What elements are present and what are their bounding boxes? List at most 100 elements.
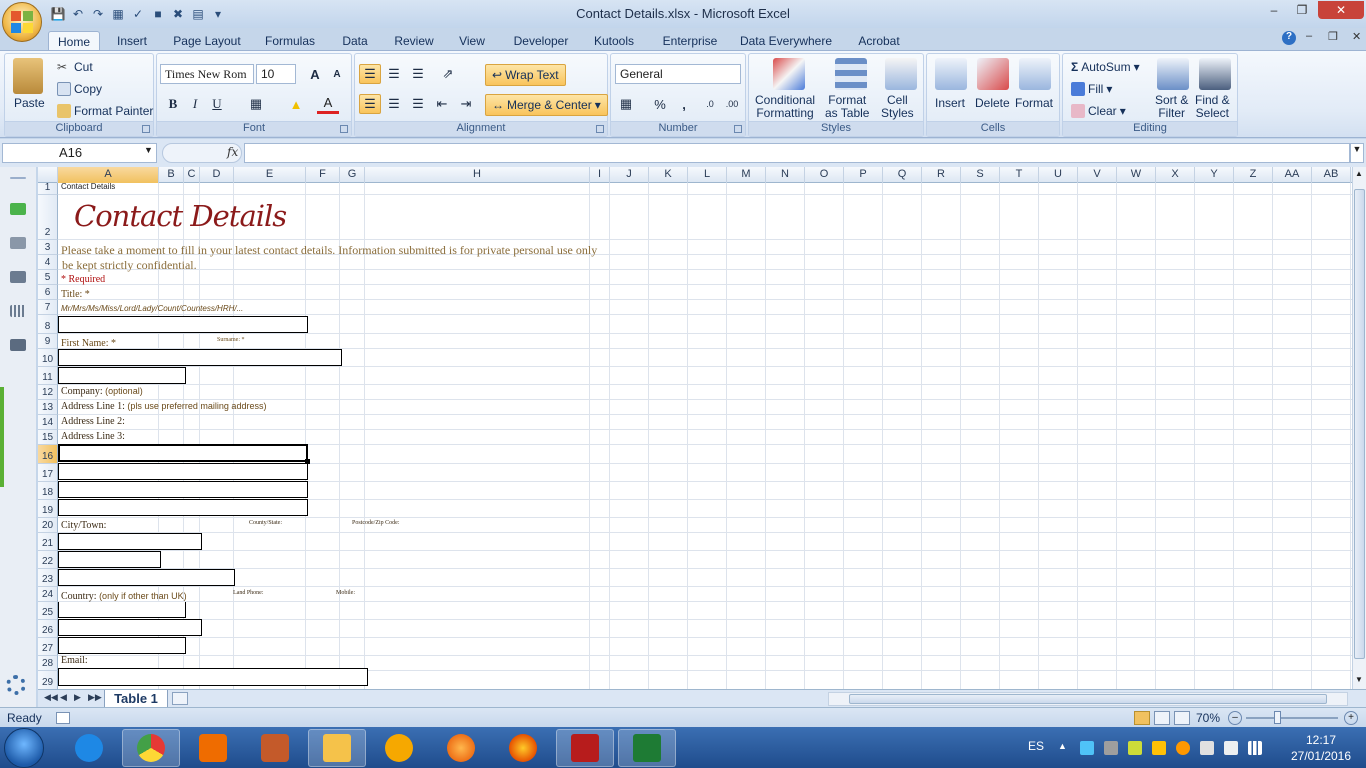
start-button[interactable] [4, 728, 44, 768]
cut-button[interactable]: ✂ Cut [57, 60, 93, 74]
percent-button[interactable]: % [649, 94, 671, 114]
tab-data-everywhere[interactable]: Data Everywhere [738, 31, 834, 51]
row-header-19[interactable]: 19 [38, 500, 58, 518]
font-launcher-icon[interactable] [340, 125, 348, 133]
title-options[interactable]: Mr/Mrs/Ms/Miss/Lord/Lady/Count/Countess/… [61, 304, 243, 313]
column-header-c[interactable]: C [184, 167, 200, 183]
scroll-up-icon[interactable]: ▲ [1355, 169, 1363, 178]
row-header-16[interactable]: 16 [38, 445, 58, 464]
horizontal-scrollbar[interactable] [828, 692, 1348, 706]
font-name-combo[interactable]: Times New Rom [160, 64, 254, 84]
address3-input[interactable] [58, 481, 308, 498]
align-center-icon[interactable]: ☰ [383, 94, 405, 114]
row-header-17[interactable]: 17 [38, 464, 58, 482]
print-preview-icon[interactable]: ▦ [110, 6, 126, 22]
row-header-3[interactable]: 3 [38, 240, 58, 255]
column-header-t[interactable]: T [1000, 167, 1039, 183]
cell-styles-button[interactable]: Cell Styles [881, 94, 914, 120]
font-size-combo[interactable]: 10 [256, 64, 296, 84]
row-header-11[interactable]: 11 [38, 367, 58, 385]
format-as-table-button[interactable]: Format as Table [825, 94, 869, 120]
borders-icon[interactable]: ▦ [245, 94, 267, 114]
gear-icon[interactable] [6, 675, 26, 695]
workbook-icon[interactable] [10, 203, 26, 215]
sheet-tab-table1[interactable]: Table 1 [104, 690, 168, 708]
tab-developer[interactable]: Developer [508, 31, 574, 51]
insert-sheet-icon[interactable] [172, 692, 188, 705]
zoom-slider-thumb[interactable] [1274, 711, 1281, 724]
tab-insert[interactable]: Insert [110, 31, 154, 51]
italic-button[interactable]: I [184, 94, 206, 114]
vertical-scroll-thumb[interactable] [1354, 189, 1365, 659]
cell-a1[interactable]: Contact Details [61, 182, 115, 191]
taskbar-ie[interactable] [60, 729, 118, 767]
clear-format-icon[interactable]: ✖ [170, 6, 186, 22]
customize-qat-icon[interactable]: ▾ [210, 6, 226, 22]
country-label[interactable]: Country: (only if other than UK) [61, 591, 187, 602]
address1-input[interactable] [58, 444, 308, 462]
column-header-u[interactable]: U [1039, 167, 1078, 183]
taskbar-media[interactable] [184, 729, 242, 767]
sheet-title[interactable]: Contact Details [74, 199, 287, 233]
zoom-in-icon[interactable]: + [1344, 711, 1358, 725]
zoom-out-icon[interactable]: – [1228, 711, 1242, 725]
taskbar-explorer[interactable] [308, 729, 366, 767]
taskbar-acrobat[interactable] [556, 729, 614, 767]
city-label[interactable]: City/Town: [61, 520, 106, 531]
bug-tray-icon[interactable] [1128, 741, 1142, 755]
tab-review[interactable]: Review [390, 31, 438, 51]
form-icon[interactable]: ▤ [190, 6, 206, 22]
show-hidden-icons-icon[interactable]: ▲ [1058, 741, 1067, 751]
align-top-icon[interactable]: ☰ [359, 64, 381, 84]
align-right-icon[interactable]: ☰ [407, 94, 429, 114]
column-header-n[interactable]: N [766, 167, 805, 183]
column-header-aa[interactable]: AA [1273, 167, 1312, 183]
column-header-x[interactable]: X [1156, 167, 1195, 183]
insert-button[interactable]: Insert [935, 96, 965, 110]
orientation-icon[interactable]: ⇗ [437, 64, 459, 84]
column-header-f[interactable]: F [306, 167, 340, 183]
column-header-d[interactable]: D [200, 167, 234, 183]
language-indicator[interactable]: ES [1028, 739, 1044, 753]
row-header-10[interactable]: 10 [38, 349, 58, 367]
address1-label[interactable]: Address Line 1: (pls use preferred maili… [61, 401, 266, 412]
alignment-launcher-icon[interactable] [596, 125, 604, 133]
format-painter-button[interactable]: Format Painter [57, 104, 153, 118]
row-header-27[interactable]: 27 [38, 638, 58, 656]
layers-icon[interactable] [10, 271, 26, 283]
prev-sheet-icon[interactable]: ◀ [60, 692, 67, 703]
title-label[interactable]: Title: * [61, 289, 90, 300]
postcode-input[interactable] [58, 569, 235, 586]
autosum-button[interactable]: Σ AutoSum ▾ [1071, 60, 1140, 74]
address2-input[interactable] [58, 463, 308, 480]
column-header-o[interactable]: O [805, 167, 844, 183]
clipboard-launcher-icon[interactable] [142, 125, 150, 133]
number-format-combo[interactable]: General [615, 64, 741, 84]
row-header-7[interactable]: 7 [38, 300, 58, 315]
row-header-21[interactable]: 21 [38, 533, 58, 551]
row-header-8[interactable]: 8 [38, 315, 58, 334]
worksheet-grid[interactable]: A B C D E F G H I J K L M N O P Q R S T U V W X Y Z AA AB 123456789… [38, 167, 1352, 689]
surname-input[interactable] [58, 367, 186, 384]
first-sheet-icon[interactable]: ◀◀ [44, 692, 58, 703]
tab-view[interactable]: View [452, 31, 492, 51]
ribbon-close-icon[interactable]: ✕ [1352, 30, 1361, 43]
paste-button[interactable]: Paste [14, 96, 45, 110]
intro-line-2[interactable]: be kept strictly confidential. [62, 258, 197, 273]
underline-button[interactable]: U [206, 94, 228, 114]
column-header-l[interactable]: L [688, 167, 727, 183]
row-header-1[interactable]: 1 [38, 182, 58, 195]
tab-home[interactable]: Home [48, 31, 100, 51]
columns-icon[interactable] [10, 305, 26, 317]
row-header-5[interactable]: 5 [38, 270, 58, 285]
column-header-q[interactable]: Q [883, 167, 922, 183]
column-header-ab[interactable]: AB [1312, 167, 1351, 183]
country-input[interactable] [58, 602, 186, 618]
find-select-button[interactable]: Find & Select [1195, 94, 1230, 120]
save-icon[interactable]: 💾 [50, 6, 66, 22]
name-box[interactable]: A16 [2, 143, 157, 163]
grow-font-button[interactable]: A [304, 64, 326, 84]
help-icon[interactable]: ? [1282, 31, 1296, 45]
network-tray-icon[interactable] [1080, 741, 1094, 755]
tab-acrobat[interactable]: Acrobat [852, 31, 906, 51]
